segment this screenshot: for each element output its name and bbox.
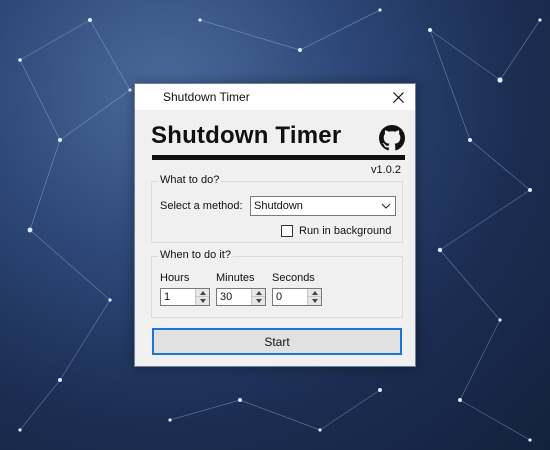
page-title: Shutdown Timer xyxy=(151,122,342,149)
seconds-value: 0 xyxy=(276,291,283,303)
run-in-background-checkbox[interactable] xyxy=(281,225,293,237)
minutes-spin-buttons xyxy=(251,289,265,305)
seconds-decrement-button[interactable] xyxy=(308,297,321,305)
minutes-value: 30 xyxy=(220,291,233,303)
heading-divider xyxy=(152,155,405,160)
seconds-spin-buttons xyxy=(307,289,321,305)
hours-value: 1 xyxy=(164,291,171,303)
arrow-up-icon xyxy=(199,290,206,295)
what-to-do-legend: What to do? xyxy=(158,174,222,186)
hours-label: Hours xyxy=(160,272,190,284)
minutes-stepper[interactable]: 30 xyxy=(216,288,266,306)
seconds-stepper[interactable]: 0 xyxy=(272,288,322,306)
hours-decrement-button[interactable] xyxy=(196,297,209,305)
shutdown-timer-window: Shutdown Timer Shutdown Timer v1.0.2 Wha… xyxy=(134,83,416,367)
method-label: Select a method: xyxy=(160,200,243,212)
hours-increment-button[interactable] xyxy=(196,289,209,297)
arrow-up-icon xyxy=(255,290,262,295)
method-select-value: Shutdown xyxy=(254,200,303,212)
hours-spin-buttons xyxy=(195,289,209,305)
arrow-down-icon xyxy=(199,299,206,303)
minutes-increment-button[interactable] xyxy=(252,289,265,297)
arrow-up-icon xyxy=(311,290,318,295)
arrow-down-icon xyxy=(311,299,318,303)
arrow-down-icon xyxy=(255,299,262,303)
close-icon xyxy=(392,91,404,103)
minutes-label: Minutes xyxy=(216,272,255,284)
when-to-do-legend: When to do it? xyxy=(158,249,233,261)
seconds-label: Seconds xyxy=(272,272,315,284)
start-button[interactable]: Start xyxy=(152,328,402,355)
close-button[interactable] xyxy=(381,84,415,110)
github-icon[interactable] xyxy=(379,125,405,151)
hours-stepper[interactable]: 1 xyxy=(160,288,210,306)
method-select[interactable]: Shutdown xyxy=(250,196,396,216)
version-label: v1.0.2 xyxy=(371,164,401,176)
run-in-background-label[interactable]: Run in background xyxy=(299,225,391,237)
window-title: Shutdown Timer xyxy=(163,90,250,104)
seconds-increment-button[interactable] xyxy=(308,289,321,297)
chevron-down-icon xyxy=(381,203,391,209)
title-bar[interactable]: Shutdown Timer xyxy=(135,84,415,110)
when-to-do-group: When to do it? xyxy=(151,249,403,318)
minutes-decrement-button[interactable] xyxy=(252,297,265,305)
